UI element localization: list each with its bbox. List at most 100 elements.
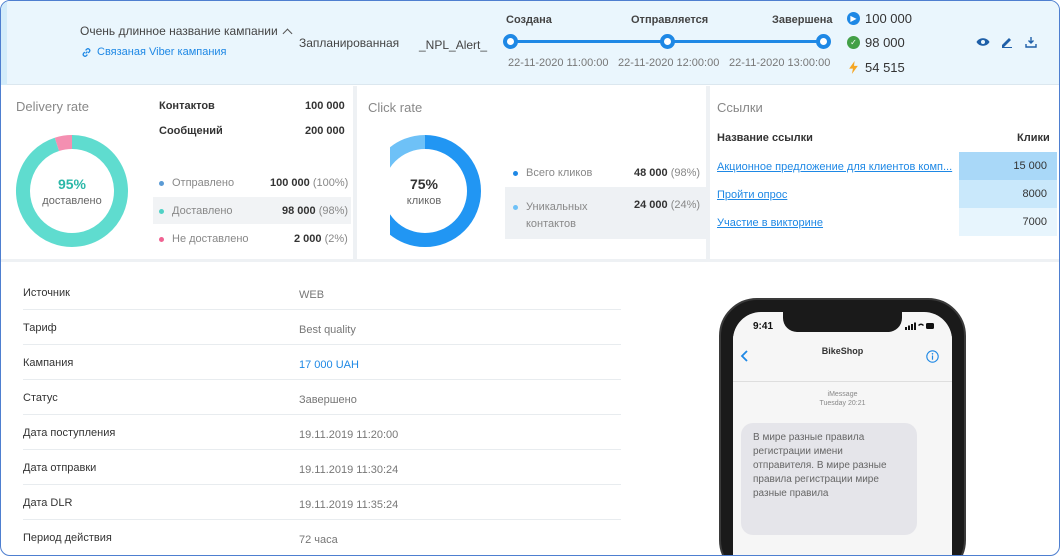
link-quiz[interactable]: Участие в викторине: [717, 217, 823, 229]
unique-label-line1: Уникальных: [526, 201, 588, 213]
delivery-donut-center: 95% доставлено: [15, 176, 129, 207]
links-col-name: Название ссылки: [717, 132, 813, 144]
detail-label: Статус: [23, 392, 58, 404]
timeline-date-sending: 22-11-2020 12:00:00: [618, 57, 720, 69]
lightning-icon: [849, 61, 858, 74]
timeline-dot-created: [503, 34, 518, 49]
detail-divider: [23, 414, 621, 415]
info-icon[interactable]: [926, 350, 939, 363]
pencil-icon: [1002, 38, 1012, 48]
delivery-percent: 95%: [57, 176, 87, 192]
messages-label: Сообщений: [159, 125, 223, 137]
legend-sent-value: 100 000 (100%): [270, 177, 348, 189]
chevron-up-icon: [282, 28, 293, 38]
detail-label: Период действия: [23, 532, 112, 544]
link-survey[interactable]: Пройти опрос: [717, 189, 787, 201]
legend-undelivered-value: 2 000 (2%): [294, 233, 348, 245]
total-clicks-label: Всего кликов: [526, 167, 593, 179]
timeline-label-sending: Отправляется: [631, 14, 709, 26]
detail-value: Завершено: [299, 394, 357, 406]
campaign-cost-link[interactable]: 17 000 UAH: [299, 359, 359, 371]
contacts-label: Контактов: [159, 100, 215, 112]
legend-delivered: Доставлено: [159, 205, 233, 217]
detail-value: 19.11.2019 11:30:24: [299, 464, 399, 476]
campaign-report-frame: Очень длинное название кампании Связаная…: [0, 0, 1060, 556]
click-percent: 75%: [409, 176, 439, 192]
link-clicks-cell: 8000: [959, 180, 1057, 208]
phone-preview: 9:41 BikeShop iMessage Tuesday 20:21 В м…: [719, 298, 966, 555]
legend-dot: [159, 180, 164, 186]
detail-value: 19.11.2019 11:35:24: [299, 499, 399, 511]
messages-value: 200 000: [305, 125, 345, 137]
detail-value: Best quality: [299, 324, 356, 336]
legend-undelivered: Не доставлено: [159, 233, 249, 245]
section-divider: [1, 259, 1059, 262]
campaign-title: Очень длинное название кампании: [80, 24, 278, 38]
legend-dot: [513, 204, 518, 210]
metric-sent: ▶ 100 000: [847, 11, 912, 26]
message-bubble: В мире разные правила регистрации имени …: [741, 423, 917, 535]
message-header: BikeShop: [733, 336, 952, 382]
delivery-sub: доставлено: [42, 195, 102, 207]
detail-label: Тариф: [23, 322, 57, 334]
timeline-date-created: 22-11-2020 11:00:00: [508, 57, 609, 69]
campaign-header: Очень длинное название кампании Связаная…: [1, 1, 1059, 85]
metric-sent-value: 100 000: [865, 11, 912, 26]
preview-button[interactable]: [976, 35, 990, 49]
timeline-dot-finished: [816, 34, 831, 49]
detail-divider: [23, 309, 621, 310]
delivered-count: 98 000: [282, 205, 316, 217]
linked-campaign-link[interactable]: Связаная Viber кампания: [81, 46, 227, 58]
detail-value: 72 часа: [299, 534, 338, 546]
alpha-name: _NPL_Alert_: [419, 38, 488, 52]
timeline-label-created: Создана: [506, 14, 552, 26]
legend-dot: [513, 170, 518, 176]
delivery-rest-slice: [54, 135, 73, 152]
metric-clicks-value: 54 515: [865, 60, 905, 75]
campaign-title-toggle[interactable]: Очень длинное название кампании: [80, 24, 293, 38]
detail-label: Кампания: [23, 357, 74, 369]
delivered-pct: (98%): [318, 205, 349, 217]
detail-label: Дата DLR: [23, 497, 73, 509]
card-divider: [353, 86, 357, 260]
contacts-value: 100 000: [305, 100, 345, 112]
download-icon: [1025, 37, 1037, 48]
sent-count: 100 000: [270, 177, 310, 189]
detail-label: Дата отправки: [23, 462, 97, 474]
click-sub: кликов: [406, 195, 442, 207]
header-accent: [1, 1, 7, 85]
undelivered-pct: (2%): [324, 233, 348, 245]
service-name: iMessage: [827, 391, 858, 398]
card-divider: [706, 86, 710, 260]
phone-notch: [783, 312, 902, 332]
timeline-dot-sending: [660, 34, 675, 49]
click-rate-title: Click rate: [368, 100, 423, 115]
total-clicks-value: 48 000 (98%): [634, 167, 700, 179]
detail-value: 19.11.2019 11:20:00: [299, 429, 399, 441]
legend-sent: Отправлено: [159, 177, 234, 189]
edit-button[interactable]: [1000, 35, 1014, 49]
phone-time: 9:41: [753, 321, 774, 332]
detail-divider: [23, 484, 621, 485]
status-icons: [905, 322, 934, 330]
link-clicks-cell: 15 000: [959, 152, 1057, 180]
link-offer[interactable]: Акционное предложение для клиентов комп.…: [717, 161, 952, 173]
detail-label: Дата поступления: [23, 427, 116, 439]
legend-dot: [159, 236, 164, 242]
legend-delivered-label: Доставлено: [172, 205, 233, 217]
eye-icon: [976, 38, 990, 46]
detail-value: WEB: [299, 289, 325, 301]
legend-sent-label: Отправлено: [172, 177, 235, 189]
unique-count: 24 000: [634, 199, 668, 211]
timeline-date-finished: 22-11-2020 13:00:00: [729, 57, 831, 69]
detail-divider: [23, 449, 621, 450]
download-button[interactable]: [1024, 35, 1038, 49]
sent-pct: (100%): [312, 177, 349, 189]
metric-delivered: ✓ 98 000: [847, 35, 905, 50]
link-icon: [82, 47, 91, 57]
unique-pct: (24%): [670, 199, 701, 211]
links-title: Ссылки: [717, 100, 763, 115]
legend-dot: [159, 208, 164, 214]
message-timestamp: iMessage Tuesday 20:21: [733, 390, 952, 408]
unique-contacts-value: 24 000 (24%): [634, 199, 700, 211]
